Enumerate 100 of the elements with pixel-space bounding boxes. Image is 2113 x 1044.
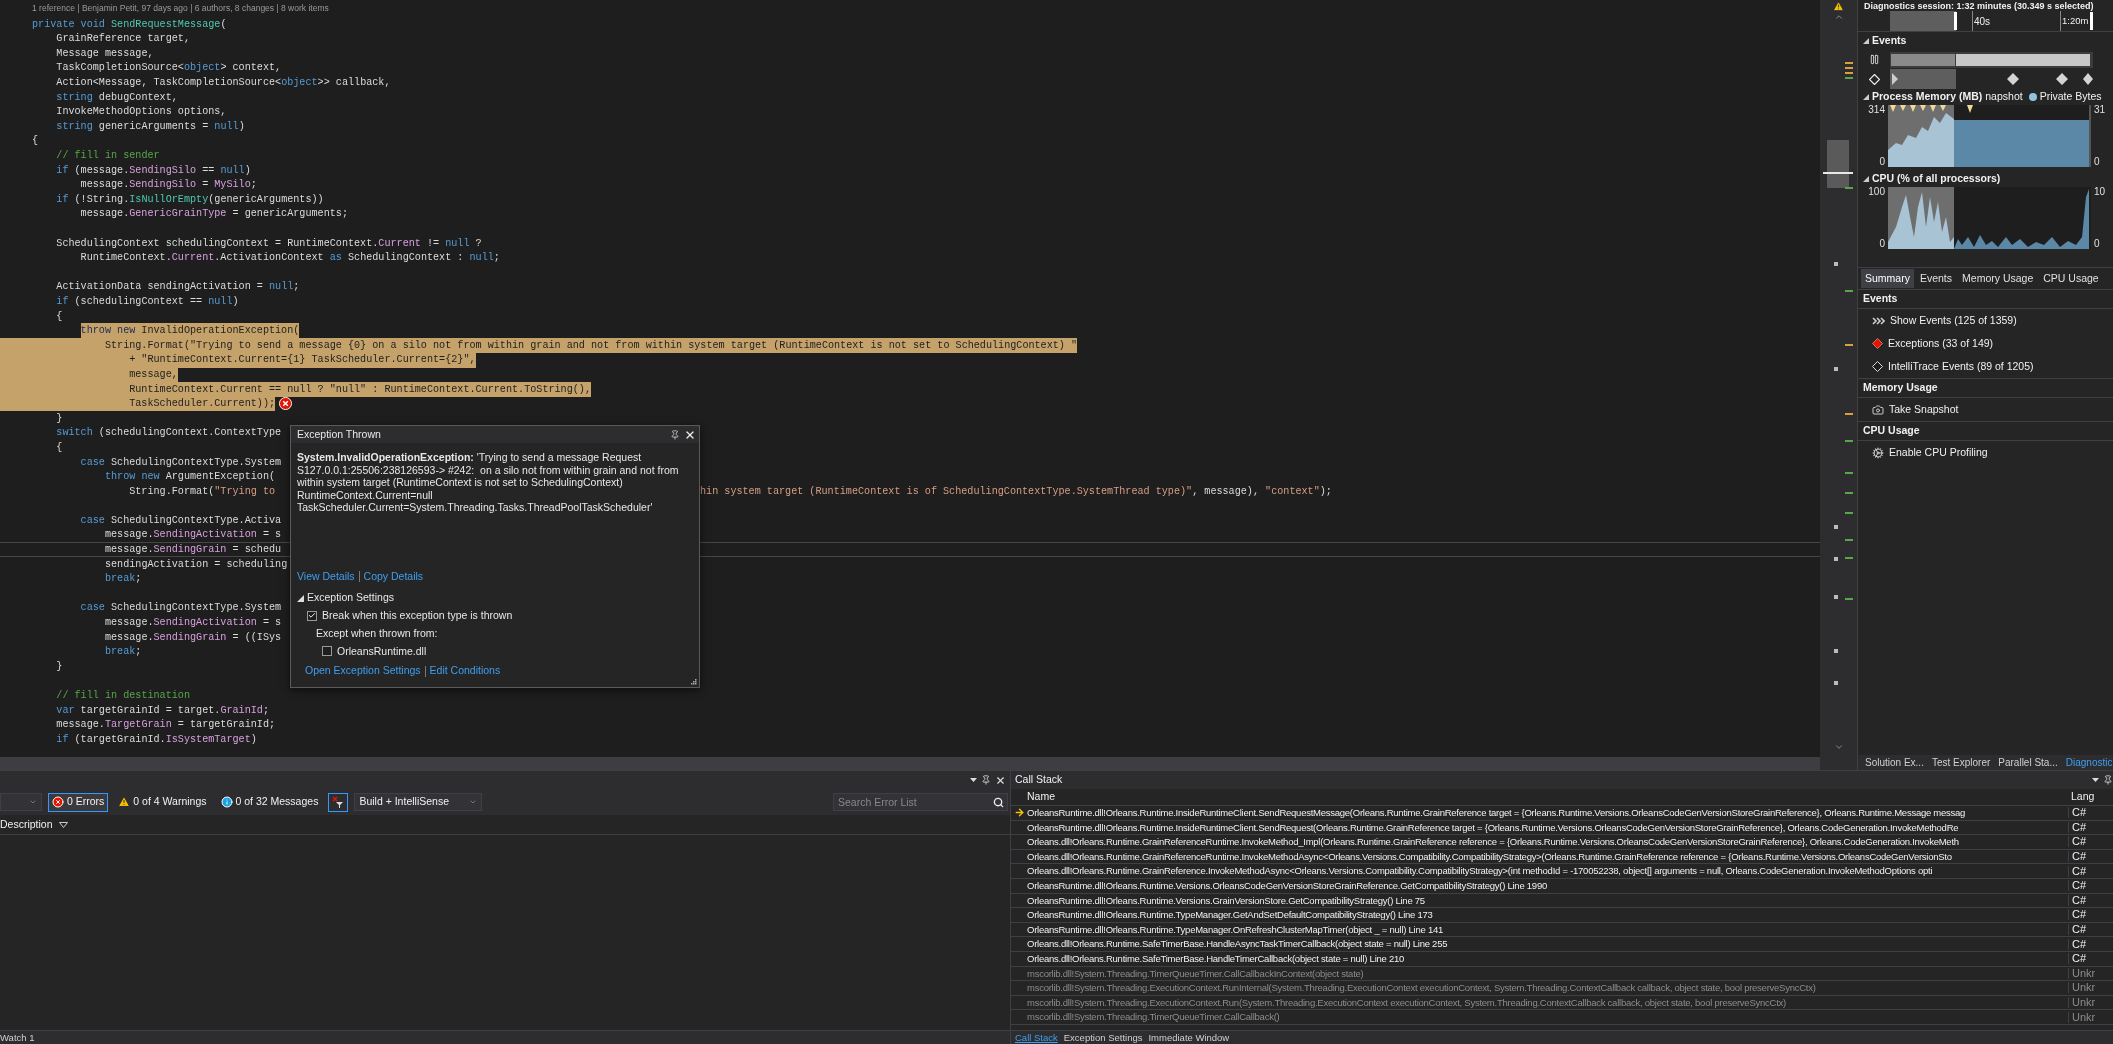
filter-toggle[interactable]: 0 of 32 Messages bbox=[216, 792, 323, 812]
collapse-icon[interactable] bbox=[1863, 37, 1869, 44]
pin-icon[interactable] bbox=[2103, 775, 2113, 785]
code-line: switch (schedulingContext.ContextType bbox=[56, 426, 282, 441]
summary-link[interactable]: IntelliTrace Events (89 of 1205) bbox=[1888, 358, 2034, 375]
search-icon[interactable] bbox=[993, 796, 1004, 808]
section-title: CPU (% of all processors) bbox=[1872, 171, 2001, 187]
stack-frame[interactable]: Orleans.dll!Orleans.Runtime.SafeTimerBase.HandleAsyncTaskTimerCallback(object state = null) Line 255 bbox=[1027, 939, 2068, 949]
collapse-icon[interactable] bbox=[1863, 176, 1869, 182]
axis-label: 314 bbox=[1867, 105, 1885, 115]
stack-frame[interactable]: OrleansRuntime.dll!Orleans.Runtime.TypeManager.GetAndSetDefaultCompatibilityStrategy() Line 173 bbox=[1027, 910, 2068, 920]
stack-frame[interactable]: Orleans.dll!Orleans.Runtime.GrainReferenceRuntime.InvokeMethod_Impl(Orleans.Runtime.GrainReference reference = {Orleans.Runtime.Versions.OrleansCodeGenVersionStoreGrainReference}, Orleans.CodeGeneration.InvokeMeth bbox=[1027, 837, 2068, 847]
view-details-link[interactable]: View Details bbox=[297, 568, 355, 585]
expander-icon[interactable] bbox=[297, 594, 304, 602]
warning-icon[interactable] bbox=[1833, 1, 1844, 12]
summary-link[interactable]: Exceptions (33 of 149) bbox=[1888, 335, 1994, 352]
stack-frame[interactable]: Orleans.dll!Orleans.Runtime.GrainReference.InvokeMethodAsync<Orleans.Versions.Compatibility.CompatibilityStrategy>(int methodId = -170052238, object[] arguments = null, Orleans.CodeGeneration.InvokeMethodOptions opti bbox=[1027, 866, 2068, 876]
checkbox[interactable] bbox=[307, 610, 317, 621]
code-line: hin system target (RuntimeContext is of SchedulingContextType.SystemThread type)", message), "context"); bbox=[700, 484, 1332, 499]
code-line: string debugContext, bbox=[56, 90, 178, 105]
tab[interactable]: Immediate Window bbox=[1148, 1032, 1230, 1043]
timeline-ruler-drawing[interactable] bbox=[1890, 11, 2093, 31]
language-cell: Unkr bbox=[2068, 967, 2096, 979]
stack-frame[interactable]: OrleansRuntime.dll!Orleans.Runtime.Versions.GrainVersionStore.GetCompatibilityStrategy() Line 75 bbox=[1027, 895, 2068, 906]
code-line: RuntimeContext.Current.ActivationContext as SchedulingContext : null; bbox=[80, 251, 500, 266]
stack-frame[interactable]: mscorlib.dll!System.Threading.TimerQueueTimer.CallCallbackInContext(object state) bbox=[1027, 968, 2068, 979]
column-header[interactable]: Description bbox=[0, 816, 53, 833]
tab[interactable]: Parallel Sta... bbox=[1995, 755, 2061, 770]
source-dropdown[interactable]: Build + IntelliSense bbox=[354, 793, 483, 811]
code-line: // fill in sender bbox=[56, 149, 160, 164]
column-header[interactable]: Lang bbox=[2068, 789, 2095, 805]
language-cell: C# bbox=[2068, 821, 2087, 833]
dropdown-icon[interactable] bbox=[2092, 778, 2099, 782]
code-line: case SchedulingContextType.System bbox=[80, 601, 282, 616]
stack-frame[interactable]: mscorlib.dll!System.Threading.TimerQueueTimer.CallCallback() bbox=[1027, 1012, 2068, 1022]
tab[interactable]: CPU Usage bbox=[2039, 268, 2103, 289]
error-icon[interactable] bbox=[279, 397, 293, 411]
filter-triangle-icon[interactable] bbox=[58, 821, 68, 828]
codelens-info[interactable]: 1 reference | Benjamin Petit, 97 days ago | 6 authors, 8 changes | 8 work items bbox=[32, 2, 329, 15]
axis-label: 10 bbox=[2094, 187, 2107, 197]
checkbox-label: OrleansRuntime.dll bbox=[337, 643, 427, 659]
language-cell: C# bbox=[2068, 894, 2087, 906]
legend-label: napshot bbox=[1985, 89, 2023, 105]
pause-icon[interactable] bbox=[1868, 53, 1880, 65]
tab[interactable]: Test Explorer bbox=[1928, 755, 1994, 770]
code-line: var targetGrainId = target.GrainId; bbox=[56, 703, 269, 718]
tab[interactable]: Solution Ex... bbox=[1862, 755, 1927, 770]
search-field[interactable]: Search Error List bbox=[833, 793, 1008, 811]
checkbox[interactable] bbox=[322, 646, 332, 657]
pin-icon[interactable] bbox=[981, 775, 991, 785]
tab[interactable]: Call Stack bbox=[1015, 1032, 1058, 1043]
tab[interactable]: Summary bbox=[1861, 268, 1914, 289]
stack-frame[interactable]: Orleans.dll!Orleans.Runtime.SafeTimerBase.HandleTimerCallback(object state = null) Line 210 bbox=[1027, 954, 2068, 964]
resize-grip-icon[interactable] bbox=[690, 678, 697, 685]
close-icon[interactable] bbox=[995, 774, 1006, 786]
column-header[interactable]: Name bbox=[1027, 789, 2068, 805]
horizontal-scrollbar[interactable] bbox=[0, 757, 1820, 770]
code-line: message.SendingSilo = MySilo; bbox=[80, 178, 257, 193]
gear-icon bbox=[1872, 446, 1884, 459]
tab[interactable]: Diagnostic bbox=[2062, 755, 2113, 770]
tab[interactable]: Memory Usage bbox=[1958, 268, 2038, 289]
code-line: string genericArguments = null) bbox=[56, 119, 245, 134]
tab[interactable]: Events bbox=[1915, 268, 1957, 289]
pin-icon[interactable] bbox=[670, 429, 680, 440]
stack-frame[interactable]: OrleansRuntime.dll!Orleans.Runtime.InsideRuntimeClient.SendRequest(Orleans.Runtime.GrainReference target = {Orleans.Runtime.Versions.OrleansCodeGenVersionStoreGrainReference}, Orleans.CodeGeneration.InvokeMethodRe bbox=[1027, 822, 2068, 833]
language-cell: Unkr bbox=[2068, 1011, 2096, 1023]
section-title: Events bbox=[1863, 291, 1898, 307]
scroll-down-icon[interactable] bbox=[1833, 742, 1844, 752]
language-cell: C# bbox=[2068, 953, 2087, 965]
summary-link[interactable]: Show Events (125 of 1359) bbox=[1890, 312, 2017, 329]
ruler-label: 1:20m bbox=[2062, 14, 2089, 28]
copy-details-link[interactable]: Copy Details bbox=[363, 568, 424, 585]
summary-link[interactable]: Enable CPU Profiling bbox=[1889, 444, 1988, 461]
tab[interactable]: Exception Settings bbox=[1063, 1032, 1143, 1043]
stack-frame[interactable]: Orleans.dll!Orleans.Runtime.GrainReferenceRuntime.InvokeMethodAsync<Orleans.Versions.Compatibility.CompatibilityStrategy>(Orleans.Runtime.GrainReference reference = {Orleans.Runtime.Versions.OrleansCodeGenVersionSto bbox=[1027, 851, 2068, 862]
dropdown-icon[interactable] bbox=[970, 778, 977, 782]
stack-frame[interactable]: OrleansRuntime.dll!Orleans.Runtime.Versions.OrleansCodeGenVersionStoreGrainReference.GetCompatibilityStrategy() Line 1990 bbox=[1027, 881, 2068, 891]
current-frame-arrow-icon bbox=[1013, 807, 1025, 819]
diamond-icon[interactable] bbox=[1868, 73, 1880, 85]
tab[interactable]: Watch 1 bbox=[0, 1032, 35, 1043]
filter-toggle[interactable]: 0 of 4 Warnings bbox=[114, 792, 211, 812]
axis-label: 0 bbox=[1878, 157, 1885, 167]
filter-button[interactable] bbox=[328, 792, 349, 812]
filter-toggle[interactable]: 0 Errors bbox=[48, 792, 109, 812]
collapse-icon[interactable] bbox=[1863, 94, 1869, 100]
edit-conditions-link[interactable]: Edit Conditions bbox=[429, 663, 501, 679]
open-settings-link[interactable]: Open Exception Settings bbox=[305, 663, 421, 679]
stack-frame[interactable]: mscorlib.dll!System.Threading.ExecutionContext.RunInternal(System.Threading.ExecutionContext executionContext, System.Threading.ContextCallback callback, object state, bool preserveSyncCtx) bbox=[1027, 983, 2068, 993]
stack-frame[interactable]: mscorlib.dll!System.Threading.ExecutionContext.Run(System.Threading.ExecutionContext executionContext, System.Threading.ContextCallback callback, object state, bool preserveSyncCtx) bbox=[1027, 997, 2068, 1008]
stack-frame[interactable]: OrleansRuntime.dll!Orleans.Runtime.InsideRuntimeClient.SendRequestMessage(Orleans.Runtime.GrainReference target = {Orleans.Runtime.Versions.OrleansCodeGenVersionStoreGrainReference}, Orleans.Runtime.Message messag bbox=[1027, 808, 2068, 818]
language-cell: C# bbox=[2068, 851, 2087, 863]
session-title: Diagnostics session: 1:32 minutes (30.349 s selected) bbox=[1864, 2, 2094, 11]
stack-frame[interactable]: OrleansRuntime.dll!Orleans.Runtime.TypeManager.OnRefreshClusterMapTimer(object _ = null) Line 141 bbox=[1027, 924, 2068, 935]
code-line: Action<Message, TaskCompletionSource<object>> callback, bbox=[56, 76, 391, 91]
code-line: // fill in destination bbox=[56, 689, 190, 703]
summary-link[interactable]: Take Snapshot bbox=[1889, 401, 1959, 418]
language-cell: C# bbox=[2068, 807, 2087, 819]
code-line: if (message.SendingSilo == null) bbox=[56, 163, 251, 178]
checkbox-label: Break when this exception type is thrown bbox=[322, 608, 513, 623]
code-line: { bbox=[56, 440, 63, 455]
